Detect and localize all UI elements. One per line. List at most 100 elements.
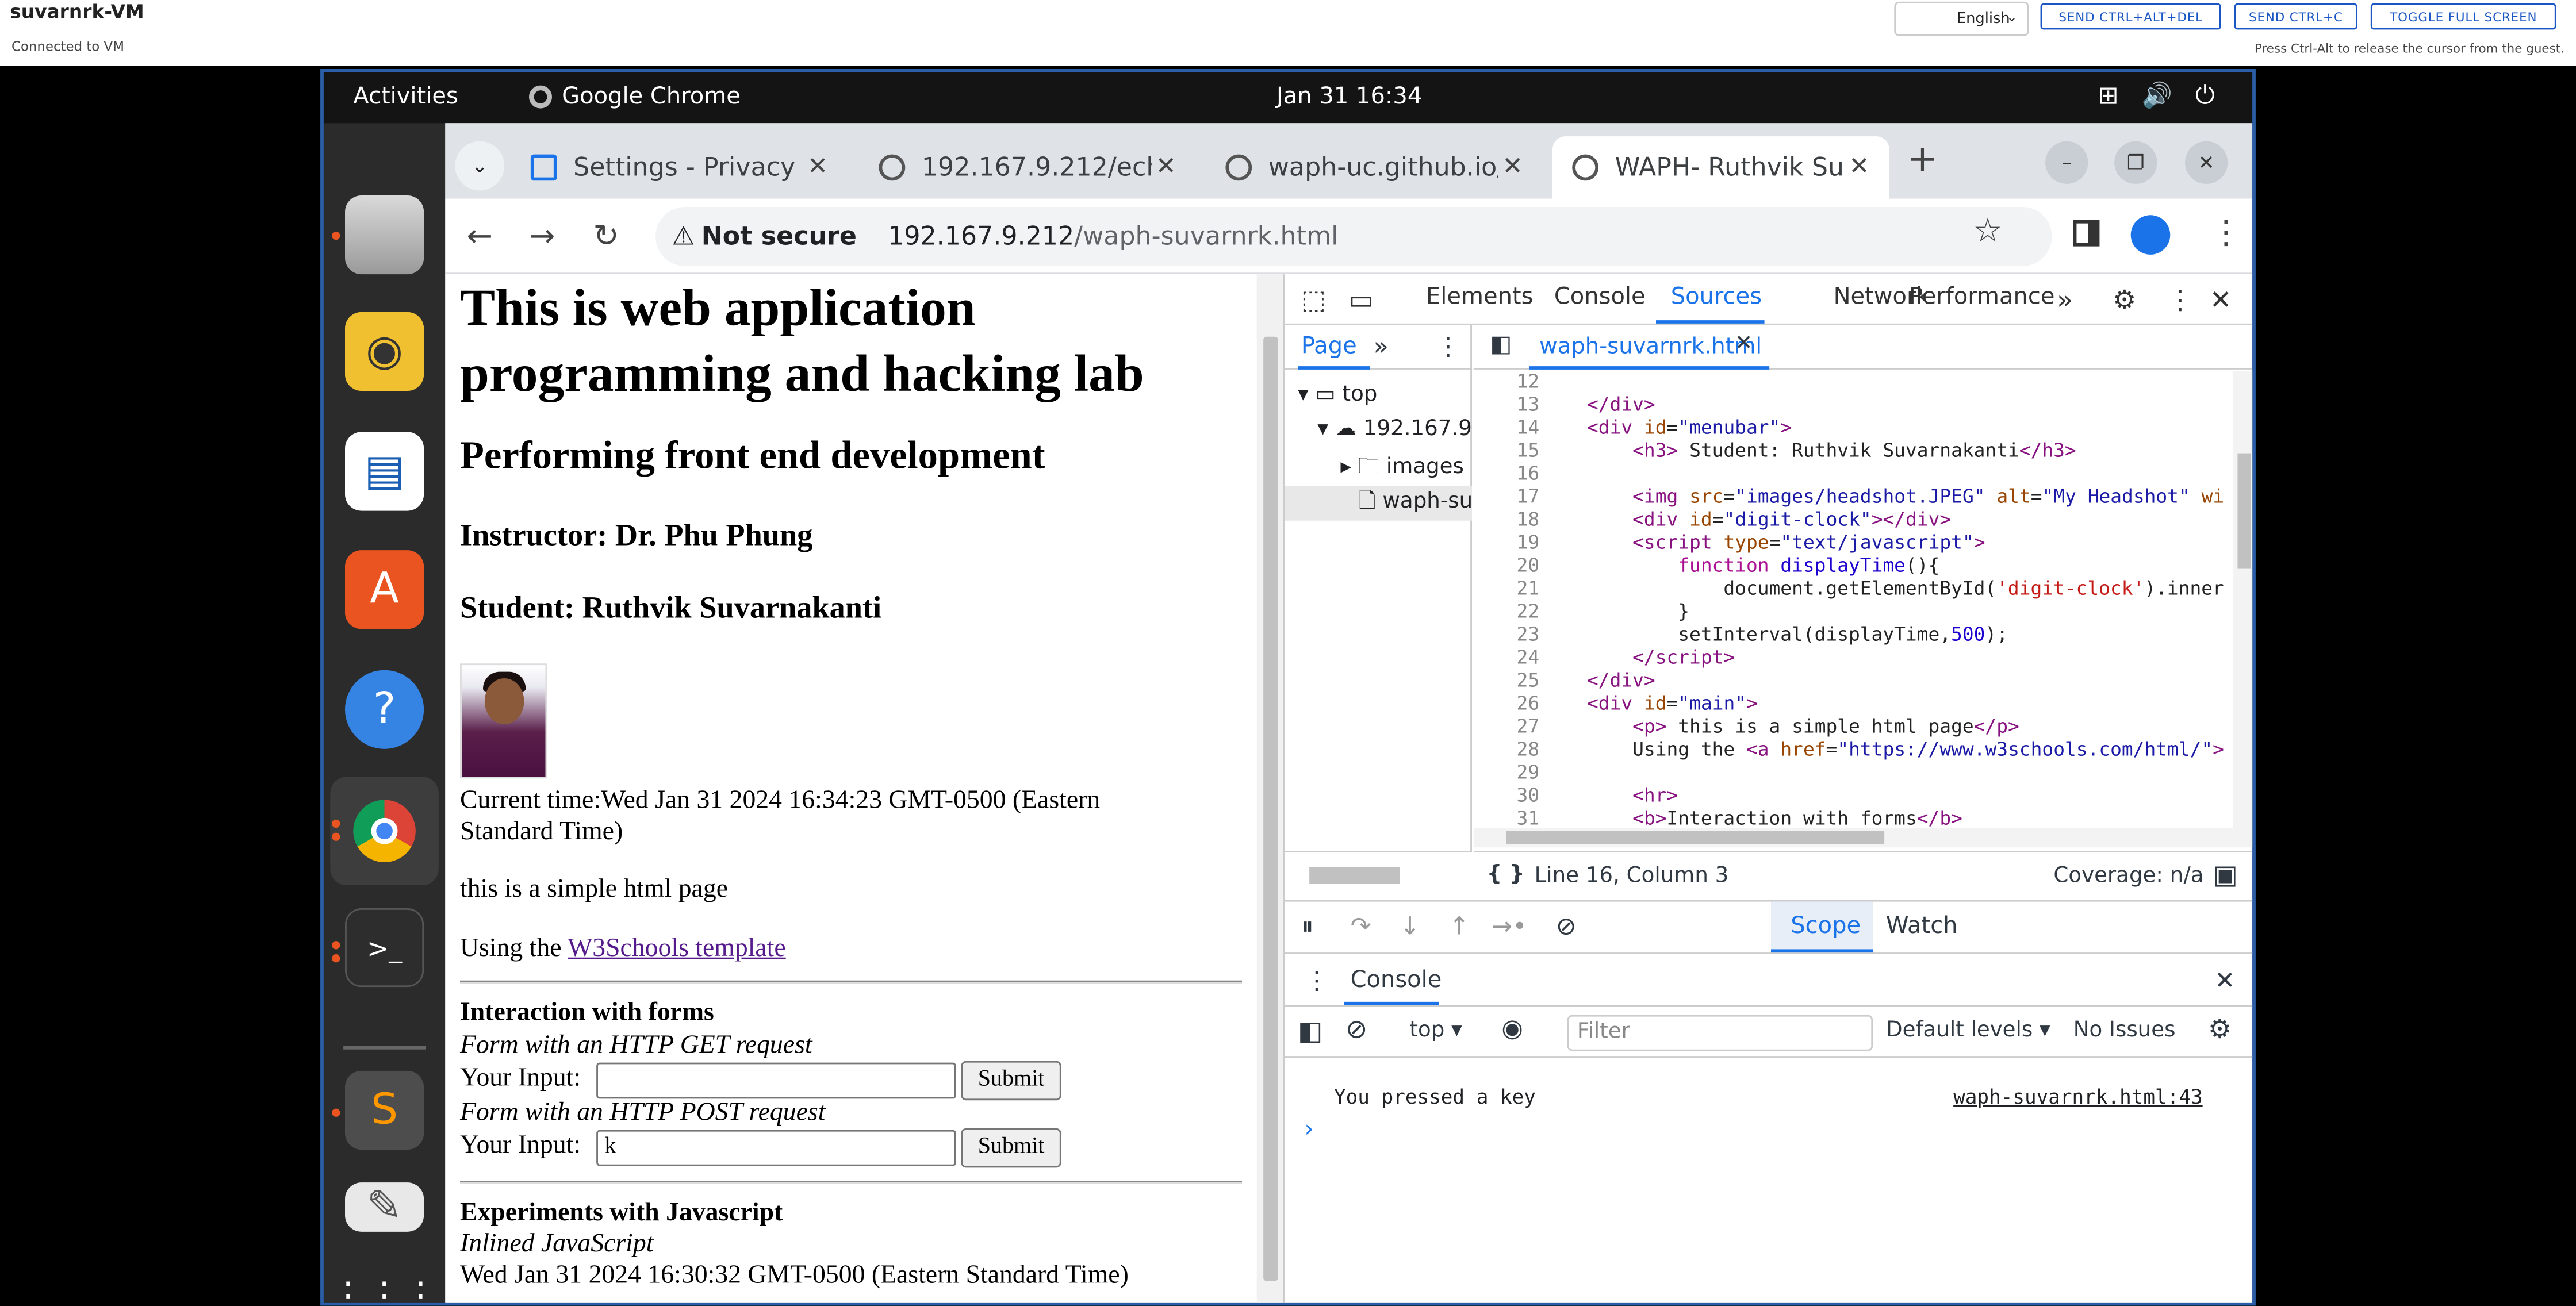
clock[interactable]: Jan 31 16:34 [1276,84,1422,110]
tree-item-file[interactable]: 🗋 waph-su [1285,486,1473,521]
kebab-menu-icon[interactable]: ⋮ [1305,966,1329,995]
tab-elements[interactable]: Elements [1426,284,1533,310]
address-bar[interactable]: ⚠ Not secure 192.167.9.212/waph-suvarnrk.… [656,207,2052,266]
app-center-icon[interactable]: A [345,550,424,629]
sidebar-toggle-icon[interactable]: ▣ [2213,859,2238,890]
settings-gear-icon[interactable]: ⚙ [2113,284,2136,315]
file-tab[interactable]: waph-suvarnrk.html [1539,333,1762,360]
tree-item-images[interactable]: ▸ 🗀 images [1340,452,1463,488]
post-input[interactable]: k [596,1130,956,1166]
cursor-position: Line 16, Column 3 [1534,863,1729,889]
source-code[interactable]: 12 13 14 15 16 17 18 19 20 21 22 23 24 2… [1474,371,2253,828]
editor-hscrollbar[interactable] [1473,828,2253,848]
more-icon[interactable]: » [1374,332,1389,361]
device-toggle-icon[interactable]: ▭ [1349,284,1374,315]
minimize-button[interactable]: – [2045,141,2088,184]
new-tab-button[interactable]: + [1907,140,1938,180]
terminal-icon[interactable]: >_ [345,908,424,988]
globe-icon [1572,154,1598,181]
settings-gear-icon[interactable]: ⚙ [2208,1013,2232,1044]
text-editor-icon[interactable]: ✎ [345,1182,424,1232]
more-tabs-icon[interactable]: » [2057,284,2073,315]
toggle-full-screen-button[interactable]: TOGGLE FULL SCREEN [2370,3,2556,30]
kebab-menu-icon[interactable]: ⋮ [2210,212,2242,252]
get-submit-button[interactable]: Submit [961,1061,1061,1101]
side-panel-icon[interactable] [2073,220,2100,247]
clear-console-icon[interactable]: ⊘ [1346,1013,1367,1044]
get-input[interactable] [596,1062,956,1099]
system-tray[interactable]: ⊞ 🔊 ⏻ [2098,80,2215,110]
restore-button[interactable]: ❐ [2114,141,2157,184]
tab-github[interactable]: waph-uc.github.io/✕ [1206,136,1543,199]
tab-console[interactable]: Console [1554,284,1646,310]
inspect-icon[interactable]: ⬚ [1301,284,1326,315]
close-devtools-icon[interactable]: ✕ [2210,284,2232,315]
tab-sources[interactable]: Sources [1671,284,1762,310]
tab-settings[interactable]: Settings - Privacy a ✕ [511,136,848,199]
console-prompt[interactable]: › [1305,1117,1314,1143]
files-icon[interactable] [345,195,424,275]
writer-icon[interactable]: ▤ [345,432,424,511]
tab-search-button[interactable]: ⌄ [455,141,505,191]
sublime-icon[interactable]: S [345,1070,424,1150]
tab-waph[interactable]: WAPH- Ruthvik Su ✕ [1552,136,1889,199]
tree-item-host[interactable]: ▾ ☁ 192.167.9 [1317,417,1471,442]
kebab-menu-icon[interactable]: ⋮ [1436,332,1460,361]
gear-icon [530,154,557,181]
close-icon[interactable]: ✕ [807,151,828,180]
chrome-icon[interactable] [330,777,439,885]
help-icon[interactable]: ? [345,670,424,749]
pretty-print-icon[interactable]: { } [1487,862,1525,887]
close-icon[interactable]: ✕ [2214,966,2235,995]
w3schools-link[interactable]: W3Schools template [568,935,786,963]
send-ctrl-alt-del-button[interactable]: SEND CTRL+ALT+DEL [2040,3,2221,30]
pause-icon[interactable]: ⏸ [1301,912,1313,941]
sidebar-toggle-icon[interactable]: ◧ [1298,1015,1322,1046]
kebab-menu-icon[interactable]: ⋮ [2167,284,2194,315]
deactivate-breakpoints-icon[interactable]: ⊘ [1556,912,1577,941]
url-text[interactable]: 192.167.9.212/waph-suvarnrk.html [888,222,1338,251]
tab-performance[interactable]: Performance [1909,284,2054,310]
editor-status-bar: { } Line 16, Column 3 Coverage: n/a ▣ [1473,851,2253,900]
toggle-navigator-icon[interactable]: ◧ [1490,332,1512,358]
step-icon[interactable]: →• [1492,912,1527,941]
security-indicator[interactable]: ⚠ Not secure [672,222,857,251]
close-window-button[interactable]: ✕ [2185,141,2228,184]
app-menu[interactable]: Google Chrome [529,84,741,110]
close-icon[interactable]: ✕ [1735,332,1753,356]
activities-button[interactable]: Activities [353,84,458,110]
close-icon[interactable]: ✕ [1502,151,1523,180]
log-levels-select[interactable]: Default levels ▾ [1886,1018,2050,1043]
close-icon[interactable]: ✕ [1849,151,1869,180]
editor-vscrollbar[interactable] [2232,371,2253,828]
scope-tab[interactable]: Scope [1791,913,1861,940]
tab-echo[interactable]: 192.167.9.212/echo✕ [859,136,1196,199]
step-out-icon[interactable]: ↑ [1449,912,1470,941]
console-source-link[interactable]: waph-suvarnrk.html:43 [1953,1086,2202,1109]
tree-item-top[interactable]: ▾ ▭ top [1298,383,1377,408]
bookmark-star-icon[interactable]: ☆ [1973,210,2002,250]
issues-counter[interactable]: No Issues [2073,1018,2176,1043]
devtools-panel: ⬚ ▭ Elements Console Sources Network Per… [1283,274,2253,1303]
digit-clock: Current time:Wed Jan 31 2024 16:34:23 GM… [460,786,1101,846]
console-filter-input[interactable]: Filter [1567,1015,1873,1051]
page-scrollbar[interactable] [1256,274,1283,1303]
back-icon[interactable]: ← [466,218,492,255]
post-submit-button[interactable]: Submit [961,1128,1061,1168]
watch-tab[interactable]: Watch [1886,913,1958,940]
reload-icon[interactable]: ↻ [593,218,619,255]
nav-tab-page[interactable]: Page [1301,333,1357,360]
forward-icon[interactable]: → [529,218,555,255]
profile-avatar[interactable] [2130,215,2171,255]
step-into-icon[interactable]: ↓ [1400,912,1420,941]
language-select[interactable]: English ⌄ [1894,1,2029,36]
console-drawer-tab[interactable]: Console [1351,967,1442,994]
close-icon[interactable]: ✕ [1156,151,1176,180]
context-select[interactable]: top ▾ [1409,1018,1462,1043]
send-ctrl-c-button[interactable]: SEND CTRL+C [2234,3,2358,30]
eye-icon[interactable]: ◉ [1501,1013,1523,1043]
show-apps-icon[interactable]: ⋮⋮⋮ [330,1257,439,1303]
rhythmbox-icon[interactable]: ◉ [345,312,424,391]
step-over-icon[interactable]: ↷ [1351,912,1371,941]
js-heading: Experiments with Javascript [460,1199,783,1227]
